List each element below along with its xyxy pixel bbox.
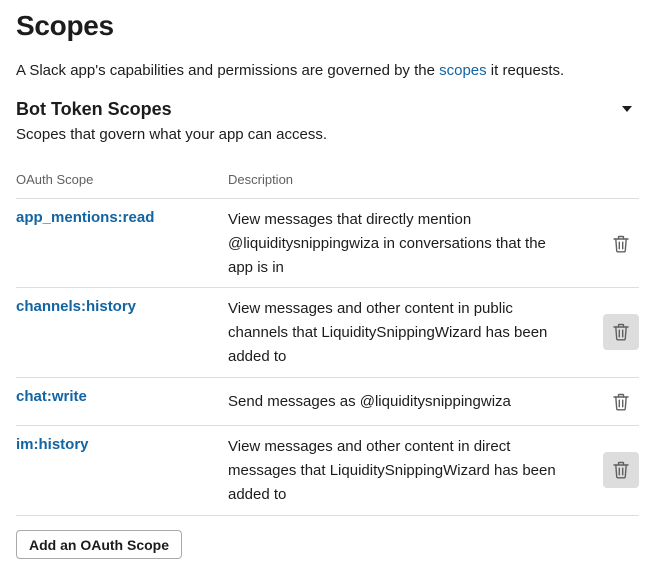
section-title: Bot Token Scopes <box>16 99 172 119</box>
column-header-description: Description <box>228 172 294 187</box>
scope-name[interactable]: chat:write <box>16 388 87 405</box>
scope-name[interactable]: channels:history <box>16 298 136 315</box>
table-row: channels:history View messages and other… <box>16 288 639 378</box>
caret-down-icon[interactable] <box>622 106 632 112</box>
scopes-table: app_mentions:read View messages that dir… <box>16 198 639 516</box>
scope-description: View messages that directly mention @liq… <box>228 211 546 276</box>
scope-name[interactable]: app_mentions:read <box>16 209 154 226</box>
intro-text-before: A Slack app's capabilities and permissio… <box>16 62 440 79</box>
scope-description: Send messages as @liquiditysnippingwiza <box>228 393 511 410</box>
trash-icon <box>613 393 629 411</box>
delete-scope-button[interactable] <box>603 226 639 262</box>
delete-scope-button[interactable] <box>603 452 639 488</box>
trash-icon <box>613 461 629 479</box>
table-row: app_mentions:read View messages that dir… <box>16 199 639 288</box>
scope-description: View messages and other content in direc… <box>228 438 556 503</box>
column-header-oauth-scope: OAuth Scope <box>16 172 94 187</box>
section-subtitle: Scopes that govern what your app can acc… <box>16 126 328 143</box>
delete-scope-button[interactable] <box>603 384 639 420</box>
scope-name[interactable]: im:history <box>16 436 89 453</box>
table-row: im:history View messages and other conte… <box>16 426 639 516</box>
page-intro: A Slack app's capabilities and permissio… <box>16 62 564 79</box>
scope-description: View messages and other content in publi… <box>228 300 548 365</box>
trash-icon <box>613 235 629 253</box>
add-oauth-scope-button[interactable]: Add an OAuth Scope <box>16 530 182 559</box>
intro-text-after: it requests. <box>486 62 565 79</box>
table-row: chat:write Send messages as @liquiditysn… <box>16 378 639 426</box>
trash-icon <box>613 323 629 341</box>
page-title: Scopes <box>16 10 114 41</box>
delete-scope-button[interactable] <box>603 314 639 350</box>
scopes-link[interactable]: scopes <box>439 62 487 79</box>
